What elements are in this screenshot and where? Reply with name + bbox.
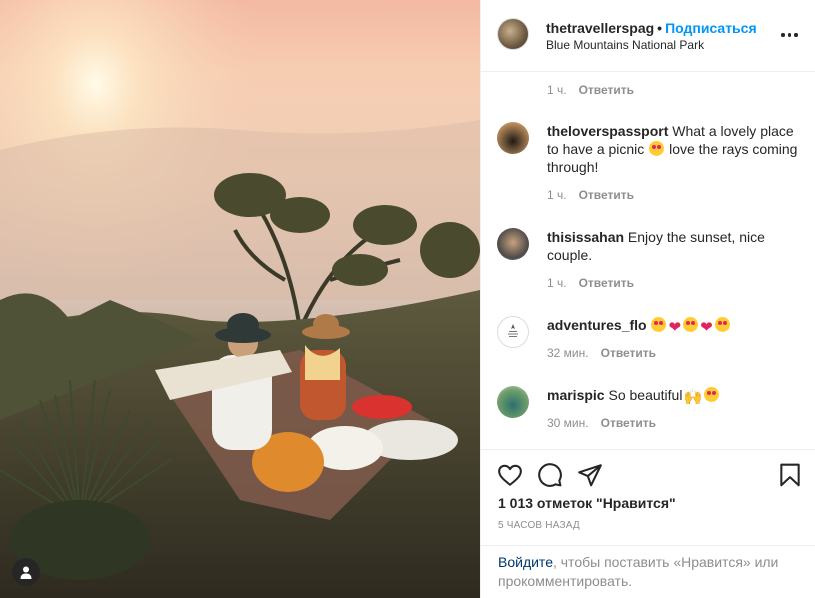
- comment-time: 1 ч.: [547, 276, 567, 290]
- commenter-avatar[interactable]: [497, 316, 529, 348]
- commenter-avatar[interactable]: [497, 228, 529, 260]
- comment-meta: 1 ч. Ответить: [547, 276, 634, 290]
- heart-icon[interactable]: [497, 462, 523, 488]
- heart-eyes-emoji-icon: [649, 141, 665, 156]
- comment-time: 1 ч.: [547, 188, 567, 202]
- reply-button[interactable]: Ответить: [601, 346, 656, 360]
- comment-text: adventures_flo ❤ ❤: [547, 316, 802, 335]
- heart-eyes-emoji-icon: [683, 317, 699, 332]
- post-actions: 1 013 отметок "Нравится" 5 ЧАСОВ НАЗАД: [481, 449, 815, 545]
- comment-meta: 1 ч. Ответить: [547, 188, 634, 202]
- more-horizontal-icon: [781, 33, 785, 37]
- likes-count[interactable]: 1 013 отметок "Нравится": [498, 495, 676, 511]
- author-line: thetravellerspag • Подписаться: [546, 20, 757, 36]
- comments-list[interactable]: 1 ч. Ответить theloverspassport What a lo…: [481, 73, 815, 449]
- reply-button[interactable]: Ответить: [579, 276, 634, 290]
- commenter-username[interactable]: adventures_flo: [547, 317, 647, 333]
- more-dot: [794, 33, 798, 37]
- commenter-username[interactable]: thisissahan: [547, 229, 624, 245]
- comment-text: thisissahan Enjoy the sunset, nice coupl…: [547, 228, 802, 264]
- post-timestamp[interactable]: 5 ЧАСОВ НАЗАД: [498, 520, 580, 531]
- commenter-avatar[interactable]: [497, 122, 529, 154]
- post-photo[interactable]: [0, 0, 480, 598]
- comment-text: theloverspassport What a lovely place to…: [547, 122, 802, 176]
- brand-logo-icon: [508, 324, 518, 337]
- more-dot: [787, 33, 791, 37]
- author-avatar[interactable]: [497, 18, 529, 50]
- comment-meta: 1 ч. Ответить: [547, 83, 634, 97]
- heart-eyes-emoji-icon: [704, 387, 720, 402]
- location-link[interactable]: Blue Mountains National Park: [546, 38, 704, 52]
- tagged-users-button[interactable]: [12, 558, 40, 586]
- comment-text: marispic So beautiful🙌: [547, 386, 802, 405]
- comment-meta: 30 мин. Ответить: [547, 416, 656, 430]
- comment-icon[interactable]: [537, 462, 563, 488]
- red-heart-emoji-icon: ❤: [700, 319, 713, 336]
- login-prompt: Войдите, чтобы поставить «Нравится» или …: [481, 545, 815, 598]
- header-separator: •: [657, 20, 663, 36]
- raised-hands-emoji-icon: 🙌: [683, 389, 703, 406]
- reply-button[interactable]: Ответить: [601, 416, 656, 430]
- heart-eyes-emoji-icon: [651, 317, 667, 332]
- reply-button[interactable]: Ответить: [579, 188, 634, 202]
- comment-time: 1 ч.: [547, 83, 567, 97]
- follow-button[interactable]: Подписаться: [665, 20, 757, 36]
- user-icon: [20, 566, 32, 579]
- comment-time: 30 мин.: [547, 416, 589, 430]
- more-options-button[interactable]: [781, 28, 799, 42]
- comment-body: So beautiful: [608, 387, 683, 403]
- post-sidebar: thetravellerspag • Подписаться Blue Mounta…: [480, 0, 815, 598]
- red-heart-emoji-icon: ❤: [668, 319, 682, 336]
- commenter-username[interactable]: marispic: [547, 387, 605, 403]
- post-photo-image: [0, 0, 480, 598]
- post-header: thetravellerspag • Подписаться Blue Mounta…: [481, 0, 815, 72]
- bookmark-icon[interactable]: [777, 462, 803, 488]
- heart-eyes-emoji-icon: [714, 317, 730, 332]
- commenter-avatar[interactable]: [497, 386, 529, 418]
- share-icon[interactable]: [577, 462, 603, 488]
- commenter-username[interactable]: theloverspassport: [547, 123, 668, 139]
- reply-button[interactable]: Ответить: [579, 83, 634, 97]
- login-link[interactable]: Войдите: [498, 554, 553, 570]
- author-username[interactable]: thetravellerspag: [546, 20, 654, 36]
- comment-time: 32 мин.: [547, 346, 589, 360]
- comment-meta: 32 мин. Ответить: [547, 346, 656, 360]
